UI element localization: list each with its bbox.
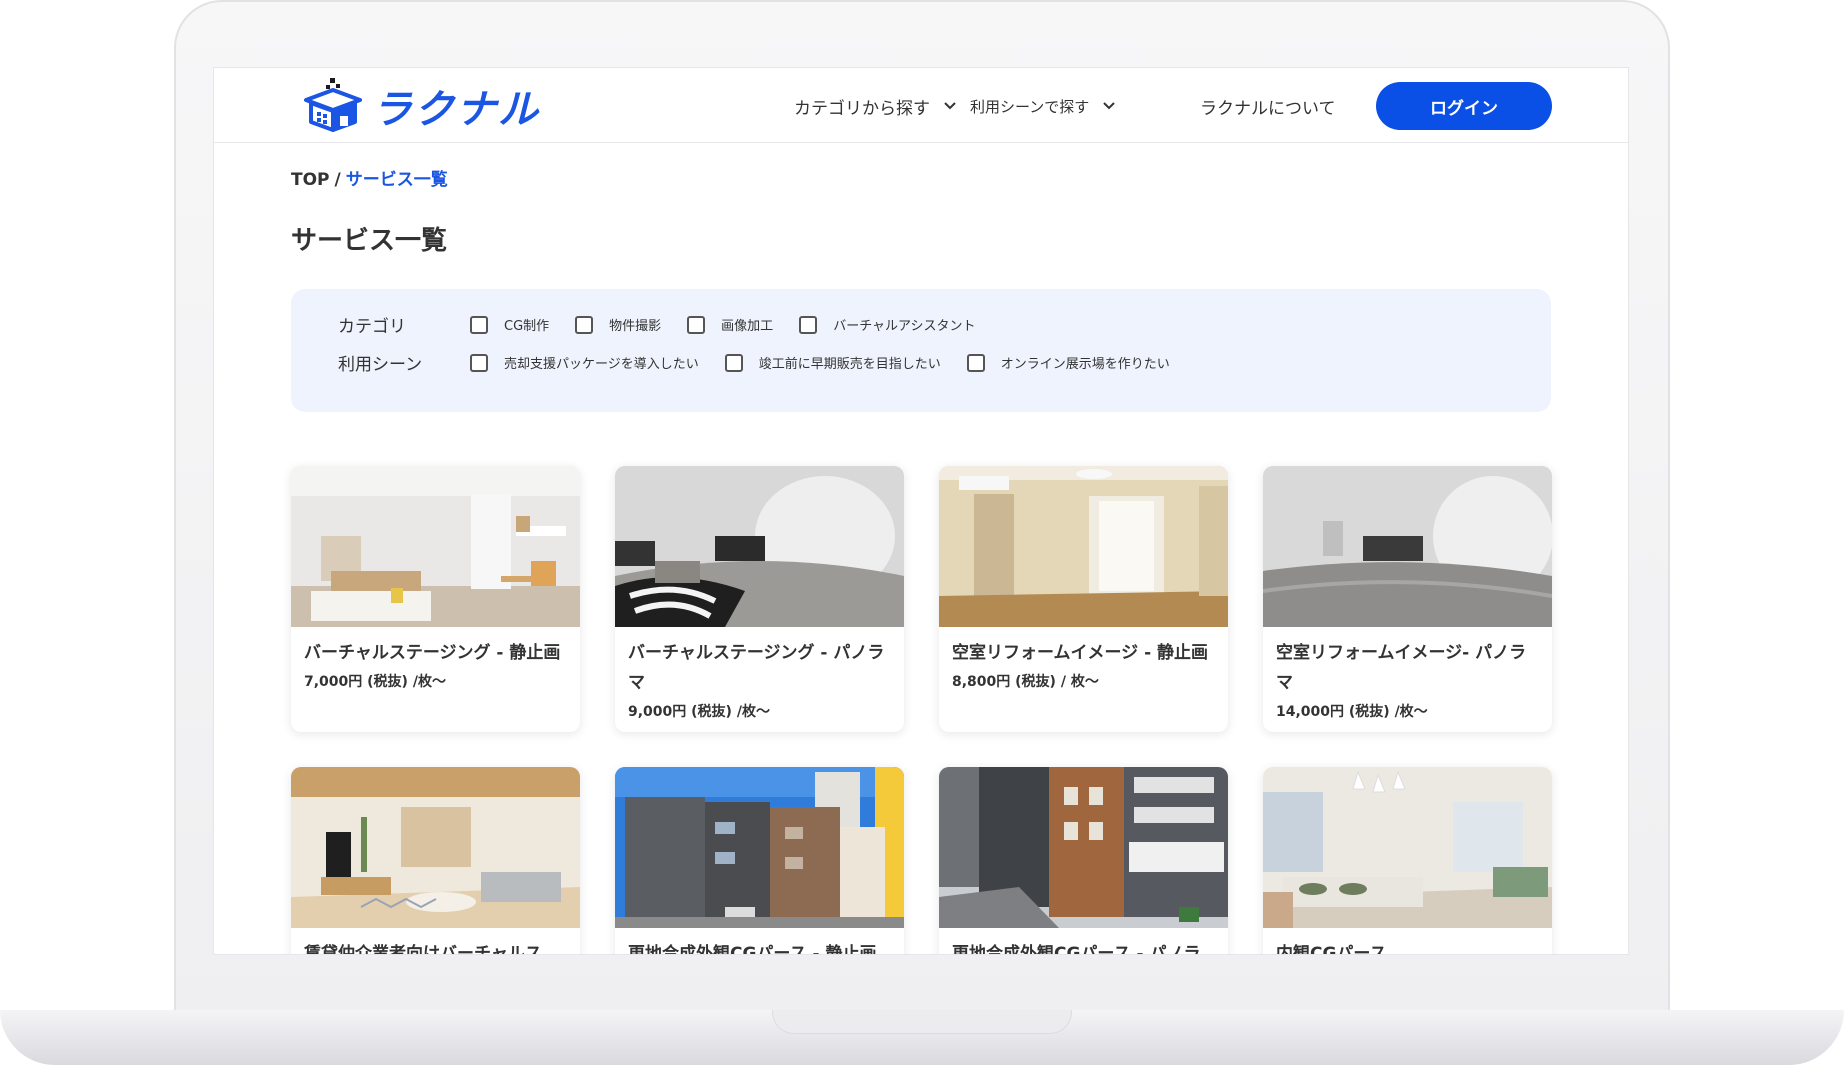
filter-option-early-sales[interactable]: 竣工前に早期販売を目指したい xyxy=(724,353,941,372)
card-image-building-exterior xyxy=(615,767,904,928)
service-card[interactable]: 賃貸仲介業者向けバーチャルス xyxy=(291,767,580,954)
house-logo-icon xyxy=(302,76,364,136)
card-title: 更地合成外観CGパース - 静止画 xyxy=(628,944,877,954)
filter-option-label: バーチャルアシスタント xyxy=(833,319,976,334)
nav-category[interactable]: カテゴリから探す xyxy=(794,94,956,119)
filter-panel: カテゴリ CG制作 物件撮影 画像加工 バーチャルアシスタント 利用シーン 売却… xyxy=(291,289,1551,412)
filter-label-scene: 利用シーン xyxy=(338,355,423,375)
chevron-down-icon xyxy=(944,99,956,114)
service-card[interactable]: バーチャルステージング - 静止画 7,000円 (税抜) /枚〜 xyxy=(291,466,580,732)
filter-option-label: 売却支援パッケージを導入したい xyxy=(504,357,699,372)
card-image-street-exterior xyxy=(939,767,1228,928)
nav-scene[interactable]: 利用シーンで探す xyxy=(970,96,1115,117)
card-price: 7,000円 (税抜) /枚〜 xyxy=(304,674,446,690)
card-image-dining-render xyxy=(1263,767,1552,928)
browser-screen: ラクナル カテゴリから探す 利用シーンで探す ラクナルについて ログイン TOP… xyxy=(214,68,1628,954)
filter-row-category: カテゴリ CG制作 物件撮影 画像加工 バーチャルアシスタント xyxy=(338,312,1002,337)
filter-option-label: 画像加工 xyxy=(721,319,774,334)
breadcrumb-top[interactable]: TOP xyxy=(291,170,330,190)
filter-option-cg[interactable]: CG制作 xyxy=(470,315,549,334)
card-price: 14,000円 (税抜) /枚〜 xyxy=(1276,704,1428,720)
filter-option-photo[interactable]: 物件撮影 xyxy=(575,315,661,334)
checkbox[interactable] xyxy=(687,315,706,334)
card-image-panorama-empty xyxy=(1263,466,1552,627)
breadcrumb: TOP / サービス一覧 xyxy=(291,165,448,190)
filter-row-scene: 利用シーン 売却支援パッケージを導入したい 竣工前に早期販売を目指したい オンラ… xyxy=(338,350,1196,375)
service-card[interactable]: 内観CGパース xyxy=(1263,767,1552,954)
site-header: ラクナル カテゴリから探す 利用シーンで探す ラクナルについて ログイン xyxy=(214,68,1628,143)
checkbox[interactable] xyxy=(966,353,985,372)
checkbox[interactable] xyxy=(470,353,488,372)
card-title: バーチャルステージング - 静止画 xyxy=(304,643,561,663)
card-price: 9,000円 (税抜) /枚〜 xyxy=(628,704,770,720)
logo[interactable]: ラクナル xyxy=(302,78,540,134)
card-title: 内観CGパース xyxy=(1276,944,1387,954)
service-card[interactable]: 空室リフォームイメージ- パノラマ 14,000円 (税抜) /枚〜 xyxy=(1263,466,1552,732)
filter-option-virtual-assistant[interactable]: バーチャルアシスタント xyxy=(799,315,976,334)
nav-about-label: ラクナルについて xyxy=(1200,99,1336,119)
checkbox[interactable] xyxy=(799,315,818,334)
filter-option-online-showroom[interactable]: オンライン展示場を作りたい xyxy=(966,353,1170,372)
chevron-down-icon xyxy=(1103,99,1115,114)
card-price: 8,800円 (税抜) / 枚〜 xyxy=(952,674,1099,690)
login-button[interactable]: ログイン xyxy=(1376,82,1552,130)
filter-option-label: 物件撮影 xyxy=(609,319,662,334)
service-card[interactable]: 更地合成外観CGパース - 静止画 xyxy=(615,767,904,954)
filter-option-sales-support[interactable]: 売却支援パッケージを導入したい xyxy=(470,353,699,372)
card-title: 更地合成外観CGパース - パノラ xyxy=(952,944,1201,954)
checkbox[interactable] xyxy=(575,315,594,334)
nav-category-label: カテゴリから探す xyxy=(794,99,930,119)
card-image-living-room xyxy=(291,466,580,627)
card-image-panorama-furnished xyxy=(615,466,904,627)
filter-option-label: 竣工前に早期販売を目指したい xyxy=(758,357,941,372)
breadcrumb-separator: / xyxy=(334,170,341,190)
breadcrumb-current: サービス一覧 xyxy=(345,170,448,190)
filter-option-label: CG制作 xyxy=(504,319,550,334)
logo-text: ラクナル xyxy=(372,87,540,133)
checkbox[interactable] xyxy=(470,315,488,334)
nav-about[interactable]: ラクナルについて xyxy=(1200,94,1336,119)
filter-label-category: カテゴリ xyxy=(338,317,406,337)
card-title: バーチャルステージング - パノラマ xyxy=(628,643,885,693)
page-title: サービス一覧 xyxy=(291,226,448,256)
nav-scene-label: 利用シーンで探す xyxy=(970,98,1090,116)
service-card[interactable]: 更地合成外観CGパース - パノラ xyxy=(939,767,1228,954)
card-image-empty-room xyxy=(939,466,1228,627)
filter-option-label: オンライン展示場を作りたい xyxy=(1000,357,1170,372)
card-title: 空室リフォームイメージ- パノラマ xyxy=(1276,643,1527,693)
laptop-notch xyxy=(772,1010,1072,1034)
card-title: 賃貸仲介業者向けバーチャルス xyxy=(304,944,542,954)
card-image-wood-ceiling-room xyxy=(291,767,580,928)
service-card[interactable]: バーチャルステージング - パノラマ 9,000円 (税抜) /枚〜 xyxy=(615,466,904,732)
service-card[interactable]: 空室リフォームイメージ - 静止画 8,800円 (税抜) / 枚〜 xyxy=(939,466,1228,732)
card-title: 空室リフォームイメージ - 静止画 xyxy=(952,643,1209,663)
checkbox[interactable] xyxy=(724,353,743,372)
filter-option-image-edit[interactable]: 画像加工 xyxy=(687,315,773,334)
